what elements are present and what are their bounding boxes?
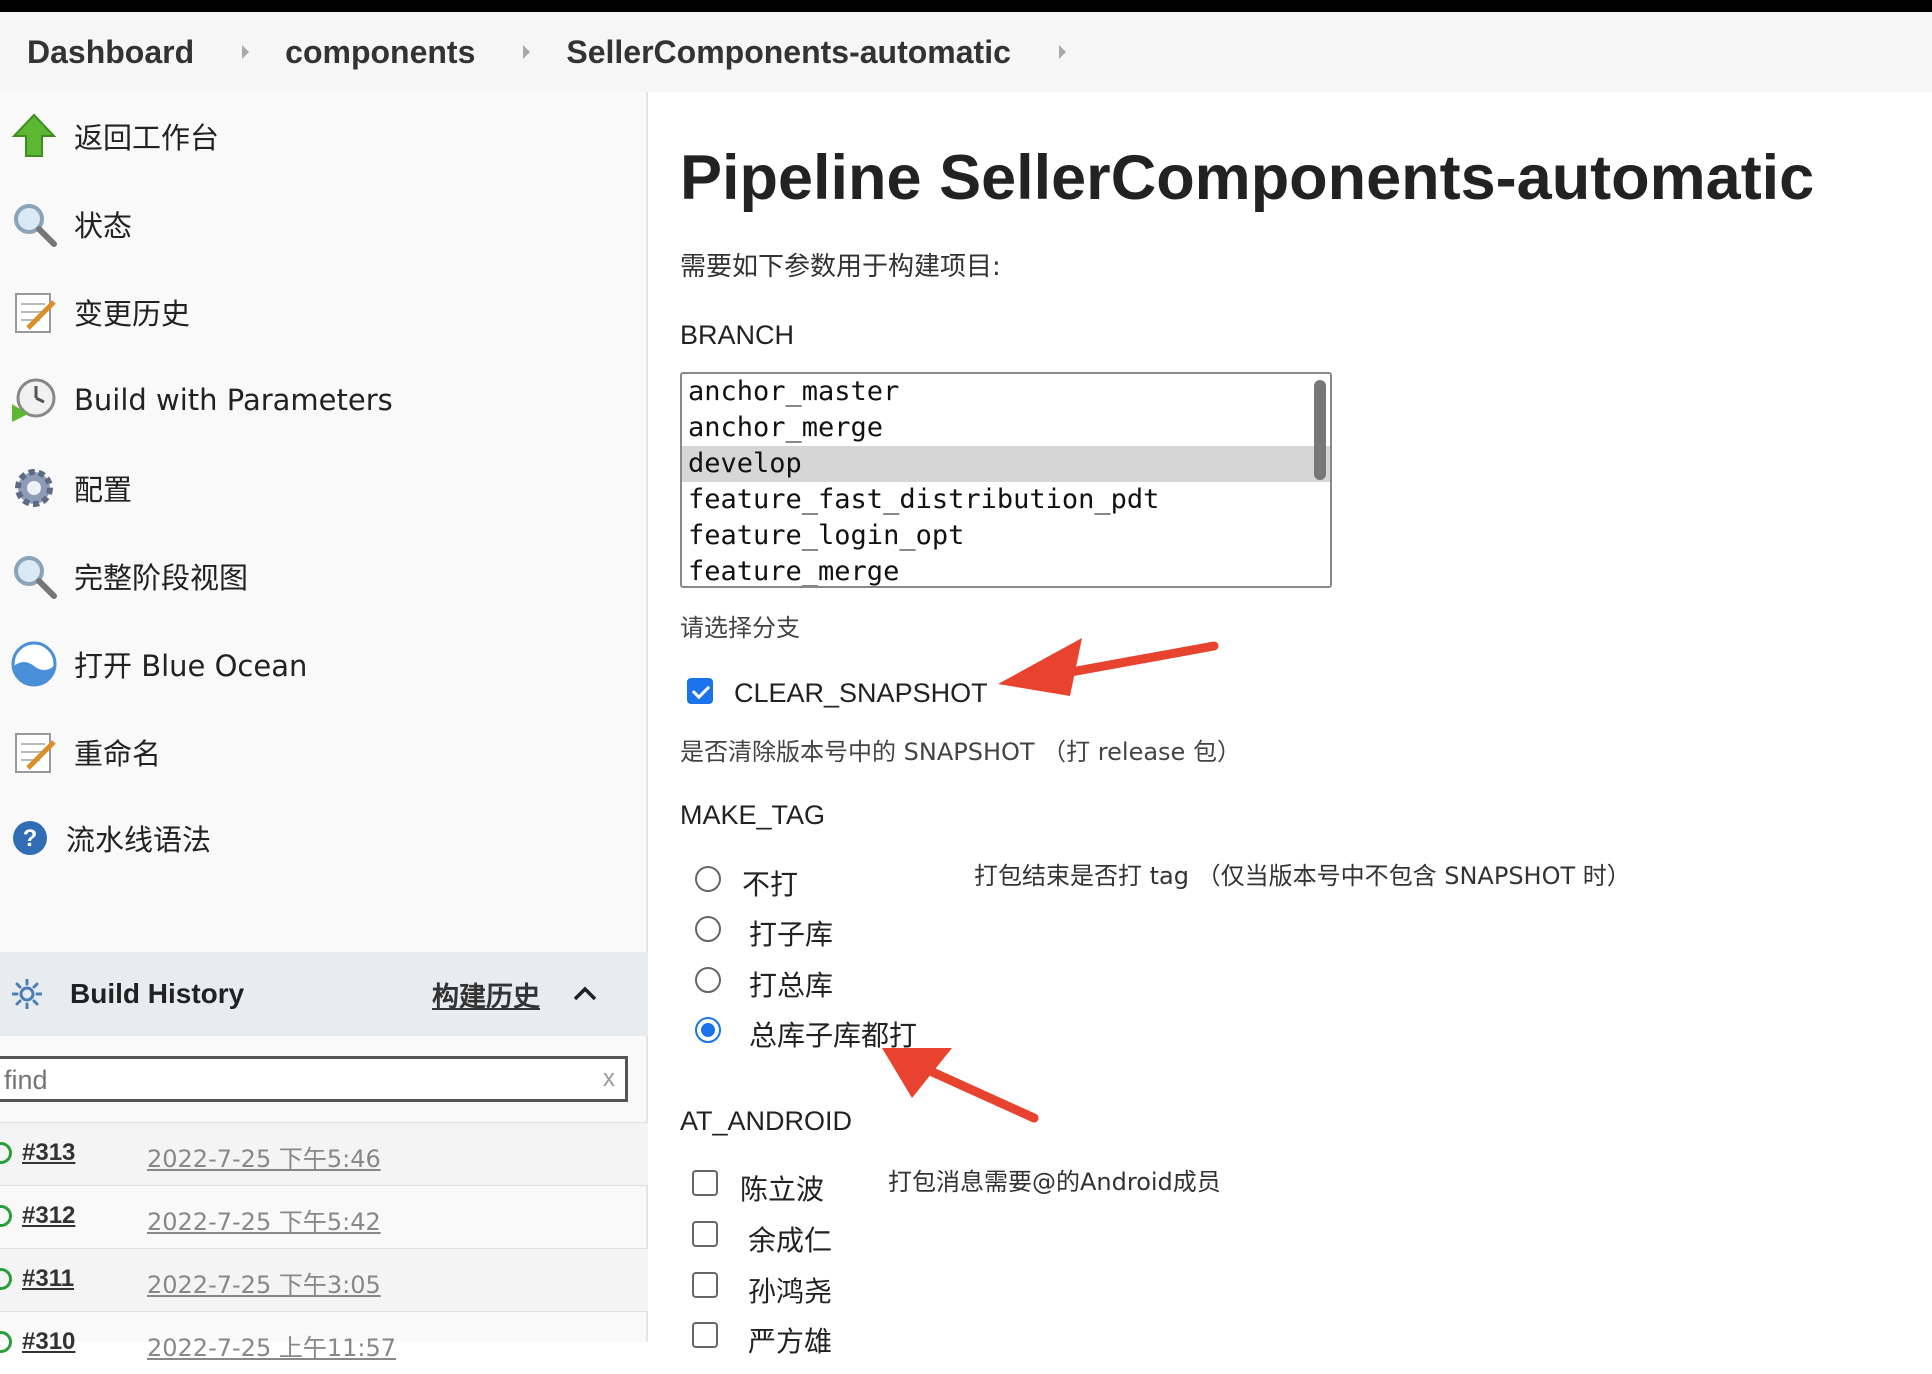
branch-hint: 请选择分支	[680, 614, 800, 642]
make-tag-hint: 打包结束是否打 tag （仅当版本号中不包含 SNAPSHOT 时）	[974, 862, 1631, 890]
success-icon	[0, 1205, 12, 1227]
success-icon	[0, 1142, 12, 1164]
page-title: Pipeline SellerComponents-automatic	[680, 143, 1815, 213]
branch-option[interactable]: feature_login_opt	[682, 518, 1330, 554]
page-description: 需要如下参数用于构建项目:	[680, 252, 1001, 282]
clock-play-icon	[12, 378, 56, 422]
gear-icon	[15, 469, 53, 507]
build-row: #311 2022-7-25 下午3:05	[0, 1248, 648, 1311]
sidebar-item-rename[interactable]: 重命名	[0, 712, 640, 792]
make-tag-radio[interactable]	[695, 916, 721, 942]
branch-option[interactable]: feature_merge	[682, 554, 1330, 586]
notepad-icon	[15, 293, 56, 333]
sidebar-item-label: 重命名	[74, 737, 162, 771]
at-android-label: AT_ANDROID	[680, 1106, 853, 1136]
build-number-link[interactable]: #313	[22, 1139, 75, 1167]
at-android-checkbox[interactable]	[692, 1221, 718, 1247]
annotation-arrow-icon	[882, 1048, 1039, 1123]
build-date-link[interactable]: 2022-7-25 下午5:46	[147, 1139, 381, 1174]
sidebar-item-build-with-parameters[interactable]: Build with Parameters	[0, 360, 640, 440]
make-tag-option[interactable]: 打总库	[749, 964, 833, 1004]
build-history-header: Build History 构建历史	[0, 952, 648, 1036]
breadcrumb: Dashboard components SellerComponents-au…	[0, 12, 1932, 92]
chevron-right-icon[interactable]	[523, 45, 531, 59]
make-tag-option[interactable]: 不打	[742, 863, 798, 903]
sidebar-item-changes[interactable]: 变更历史	[0, 272, 640, 352]
magnifier-icon	[14, 204, 57, 247]
chevron-right-icon[interactable]	[1058, 45, 1066, 59]
build-date-link[interactable]: 2022-7-25 上午11:57	[147, 1328, 396, 1363]
sidebar: 返回工作台 状态 变更历史 Build with Parameters 配置 完…	[0, 92, 648, 1362]
chevron-right-icon[interactable]	[242, 45, 250, 59]
sidebar-item-pipeline-syntax[interactable]: ? 流水线语法	[0, 798, 640, 878]
build-number-link[interactable]: #312	[22, 1202, 75, 1230]
clear-snapshot-hint: 是否清除版本号中的 SNAPSHOT （打 release 包）	[680, 738, 1241, 766]
build-filter-input[interactable]	[4, 1063, 584, 1097]
sidebar-item-back-to-dashboard[interactable]: 返回工作台	[0, 96, 640, 176]
make-tag-label: MAKE_TAG	[680, 800, 826, 830]
build-row: #313 2022-7-25 下午5:46	[0, 1122, 648, 1185]
svg-text:?: ?	[23, 825, 38, 852]
branch-scrollbar[interactable]	[1314, 380, 1326, 480]
magnifier-icon	[14, 556, 57, 599]
sidebar-item-label: 返回工作台	[74, 121, 220, 155]
chevron-up-icon[interactable]	[572, 981, 598, 1007]
build-filter-box: x	[0, 1056, 628, 1102]
build-history-trend-link[interactable]: 构建历史	[432, 975, 540, 1014]
at-android-checkbox[interactable]	[692, 1170, 718, 1196]
branch-option-selected[interactable]: develop	[682, 446, 1330, 482]
breadcrumb-job[interactable]: SellerComponents-automatic	[566, 34, 1011, 71]
arrow-up-icon	[11, 113, 57, 157]
blue-ocean-icon	[11, 641, 57, 687]
at-android-option[interactable]: 孙鸿尧	[748, 1270, 832, 1310]
top-bar	[0, 0, 1932, 12]
sidebar-item-label: Build with Parameters	[74, 383, 393, 417]
make-tag-radio-selected[interactable]	[695, 1017, 721, 1043]
sidebar-item-label: 完整阶段视图	[74, 561, 249, 595]
make-tag-radio[interactable]	[695, 967, 721, 993]
branch-param-label: BRANCH	[680, 320, 795, 350]
build-row: #312 2022-7-25 下午5:42	[0, 1185, 648, 1248]
at-android-option[interactable]: 陈立波	[740, 1168, 824, 1208]
sidebar-item-label: 打开 Blue Ocean	[74, 649, 308, 683]
sidebar-item-configure[interactable]: 配置	[0, 448, 640, 528]
build-number-link[interactable]: #311	[22, 1265, 74, 1293]
help-icon: ?	[13, 821, 47, 855]
breadcrumb-components[interactable]: components	[285, 34, 475, 71]
build-history-title: Build History	[70, 978, 245, 1009]
sidebar-item-status[interactable]: 状态	[0, 184, 640, 264]
build-number-link[interactable]: #310	[22, 1328, 75, 1356]
success-icon	[0, 1268, 12, 1290]
sun-icon	[12, 979, 42, 1009]
notepad-icon	[15, 733, 56, 773]
sidebar-item-label: 配置	[74, 473, 133, 507]
branch-option[interactable]: feature_fast_distribution_pdt	[682, 482, 1330, 518]
build-date-link[interactable]: 2022-7-25 下午3:05	[147, 1265, 381, 1300]
at-android-hint: 打包消息需要@的Android成员	[888, 1168, 1221, 1196]
sidebar-item-blue-ocean[interactable]: 打开 Blue Ocean	[0, 624, 640, 704]
breadcrumb-dashboard[interactable]: Dashboard	[27, 34, 194, 71]
at-android-option[interactable]: 余成仁	[748, 1219, 832, 1259]
clear-filter-button[interactable]: x	[603, 1065, 615, 1093]
branch-option[interactable]: anchor_merge	[682, 410, 1330, 446]
clear-snapshot-label: CLEAR_SNAPSHOT	[734, 678, 988, 708]
clear-snapshot-checkbox[interactable]	[687, 678, 713, 704]
sidebar-item-label: 状态	[74, 209, 133, 243]
branch-select[interactable]: anchor_master anchor_merge develop featu…	[680, 372, 1332, 588]
branch-option[interactable]: anchor_master	[682, 374, 1330, 410]
make-tag-option[interactable]: 打子库	[749, 913, 833, 953]
sidebar-item-label: 变更历史	[74, 297, 191, 331]
at-android-option[interactable]: 严方雄	[748, 1320, 832, 1360]
sidebar-item-label: 流水线语法	[66, 823, 212, 857]
make-tag-radio[interactable]	[695, 866, 721, 892]
at-android-checkbox[interactable]	[692, 1272, 718, 1298]
at-android-checkbox[interactable]	[692, 1322, 718, 1348]
success-icon	[0, 1331, 12, 1353]
annotation-arrow-icon	[998, 638, 1219, 696]
build-date-link[interactable]: 2022-7-25 下午5:42	[147, 1202, 381, 1237]
build-row: #310 2022-7-25 上午11:57	[0, 1311, 648, 1374]
main-content: Pipeline SellerComponents-automatic 需要如下…	[650, 92, 1932, 1358]
sidebar-item-full-stage-view[interactable]: 完整阶段视图	[0, 536, 640, 616]
